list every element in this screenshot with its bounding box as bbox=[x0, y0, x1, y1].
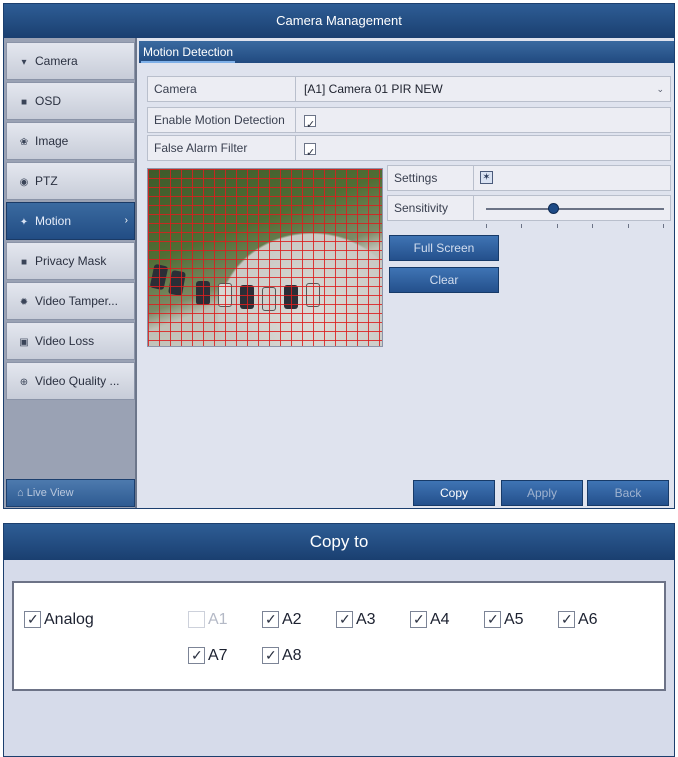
live-view-label: Live View bbox=[26, 487, 74, 499]
dialog-title: Copy to bbox=[4, 524, 674, 560]
checkbox-box bbox=[410, 610, 427, 628]
osd-icon: ■ bbox=[20, 97, 28, 108]
camera-icon: ▾ bbox=[21, 57, 27, 68]
channel-checkbox-a5[interactable]: A5 bbox=[484, 610, 524, 629]
enable-motion-row: Enable Motion Detection bbox=[147, 107, 671, 137]
live-view-button[interactable]: ⌂ Live View bbox=[6, 479, 135, 507]
video-quality-icon: ⊕ bbox=[19, 377, 29, 388]
enable-motion-checkbox[interactable] bbox=[304, 113, 316, 137]
sidebar-item-camera[interactable]: ▾ Camera bbox=[6, 42, 135, 80]
channel-label: A5 bbox=[504, 611, 524, 628]
sensitivity-slider-thumb[interactable] bbox=[547, 203, 559, 214]
checkbox-box bbox=[188, 611, 205, 628]
channel-checkbox-a6[interactable]: A6 bbox=[558, 610, 598, 629]
channel-label: A6 bbox=[578, 611, 598, 628]
channel-checkbox-a7[interactable]: A7 bbox=[188, 646, 228, 665]
sidebar-item-osd[interactable]: ■ OSD bbox=[6, 82, 135, 120]
sidebar-item-privacy-mask[interactable]: ■ Privacy Mask bbox=[6, 242, 135, 280]
sidebar-item-label: OSD bbox=[35, 94, 62, 108]
sensitivity-slider[interactable] bbox=[486, 208, 664, 228]
window-title: Camera Management bbox=[4, 4, 674, 38]
channel-checkbox-a8[interactable]: A8 bbox=[262, 646, 302, 665]
channel-checkbox-a1: A1 bbox=[188, 611, 228, 629]
sensitivity-label: Sensitivity bbox=[388, 196, 474, 220]
camera-label: Camera bbox=[148, 77, 296, 101]
checkbox-box bbox=[24, 610, 41, 628]
copy-button[interactable]: Copy bbox=[413, 480, 495, 506]
checkbox-box bbox=[262, 646, 279, 664]
sidebar-item-label: Video Tamper... bbox=[35, 294, 118, 308]
sidebar-item-ptz[interactable]: ◉ PTZ bbox=[6, 162, 135, 200]
sidebar-item-image[interactable]: ❀ Image bbox=[6, 122, 135, 160]
sidebar: ▾ Camera ■ OSD ❀ Image ◉ PTZ ✦ Motion › ■ Priv… bbox=[4, 38, 137, 508]
channel-checkbox-a4[interactable]: A4 bbox=[410, 610, 450, 629]
motion-icon: ✦ bbox=[19, 217, 29, 228]
tab-motion-detection[interactable]: Motion Detection bbox=[141, 41, 236, 63]
analog-label: Analog bbox=[44, 611, 94, 628]
copy-to-dialog: Copy to Analog A1 A2 A3 A4 A5 A6 A7 A8 bbox=[3, 523, 675, 757]
checkbox-box bbox=[336, 610, 353, 628]
clear-button[interactable]: Clear bbox=[389, 267, 499, 293]
sidebar-item-label: Privacy Mask bbox=[35, 254, 107, 268]
analog-checkbox[interactable]: Analog bbox=[24, 610, 94, 629]
checkbox-box bbox=[558, 610, 575, 628]
false-alarm-row: False Alarm Filter bbox=[147, 135, 671, 165]
full-screen-button[interactable]: Full Screen bbox=[389, 235, 499, 261]
motion-grid bbox=[148, 169, 382, 346]
chevron-right-icon: › bbox=[124, 215, 128, 226]
channel-label: A1 bbox=[208, 611, 228, 628]
channel-label: A8 bbox=[282, 647, 302, 664]
false-alarm-label: False Alarm Filter bbox=[148, 136, 296, 160]
back-button[interactable]: Back bbox=[587, 480, 669, 506]
motion-area-preview[interactable] bbox=[147, 168, 383, 347]
video-tamper-icon: ✹ bbox=[19, 297, 29, 308]
settings-row: Settings ✶ bbox=[387, 165, 671, 191]
sidebar-item-label: Camera bbox=[35, 54, 78, 68]
image-icon: ❀ bbox=[19, 137, 29, 148]
sidebar-item-label: Image bbox=[35, 134, 69, 148]
main-panel: Motion Detection Camera [A1] Camera 01 P… bbox=[139, 38, 674, 508]
channel-label: A3 bbox=[356, 611, 376, 628]
channel-label: A4 bbox=[430, 611, 450, 628]
apply-button[interactable]: Apply bbox=[501, 480, 583, 506]
sidebar-item-video-quality[interactable]: ⊕ Video Quality ... bbox=[6, 362, 135, 400]
sidebar-item-label: PTZ bbox=[35, 174, 58, 188]
channel-checkbox-a3[interactable]: A3 bbox=[336, 610, 376, 629]
channel-label: A2 bbox=[282, 611, 302, 628]
checkbox-box bbox=[188, 646, 205, 664]
ptz-icon: ◉ bbox=[19, 177, 29, 188]
tab-bar: Motion Detection bbox=[139, 41, 674, 63]
video-loss-icon: ▣ bbox=[19, 337, 29, 348]
camera-management-window: Camera Management ▾ Camera ■ OSD ❀ Image ◉ P… bbox=[3, 3, 675, 509]
sidebar-item-video-tamper[interactable]: ✹ Video Tamper... bbox=[6, 282, 135, 320]
sensitivity-row: Sensitivity bbox=[387, 195, 671, 228]
sidebar-item-video-loss[interactable]: ▣ Video Loss bbox=[6, 322, 135, 360]
settings-label: Settings bbox=[388, 166, 474, 190]
channel-panel: Analog A1 A2 A3 A4 A5 A6 A7 A8 bbox=[12, 581, 666, 691]
checkbox-box bbox=[484, 610, 501, 628]
sidebar-item-motion[interactable]: ✦ Motion › bbox=[6, 202, 135, 240]
checkbox-box bbox=[262, 610, 279, 628]
settings-gear-icon[interactable]: ✶ bbox=[480, 171, 493, 184]
channel-label: A7 bbox=[208, 647, 228, 664]
false-alarm-checkbox[interactable] bbox=[304, 141, 316, 165]
channel-checkbox-a2[interactable]: A2 bbox=[262, 610, 302, 629]
sidebar-item-label: Motion bbox=[35, 214, 72, 228]
sidebar-item-label: Video Quality ... bbox=[35, 374, 120, 388]
camera-select[interactable]: [A1] Camera 01 PIR NEW ⌄ bbox=[296, 77, 670, 101]
sidebar-item-label: Video Loss bbox=[35, 334, 95, 348]
home-icon: ⌂ bbox=[17, 487, 24, 499]
chevron-down-icon: ⌄ bbox=[656, 84, 664, 94]
privacy-mask-icon: ■ bbox=[20, 257, 28, 268]
enable-motion-label: Enable Motion Detection bbox=[148, 108, 296, 132]
camera-select-value: [A1] Camera 01 PIR NEW bbox=[304, 82, 443, 96]
camera-select-row: Camera [A1] Camera 01 PIR NEW ⌄ bbox=[147, 76, 671, 102]
